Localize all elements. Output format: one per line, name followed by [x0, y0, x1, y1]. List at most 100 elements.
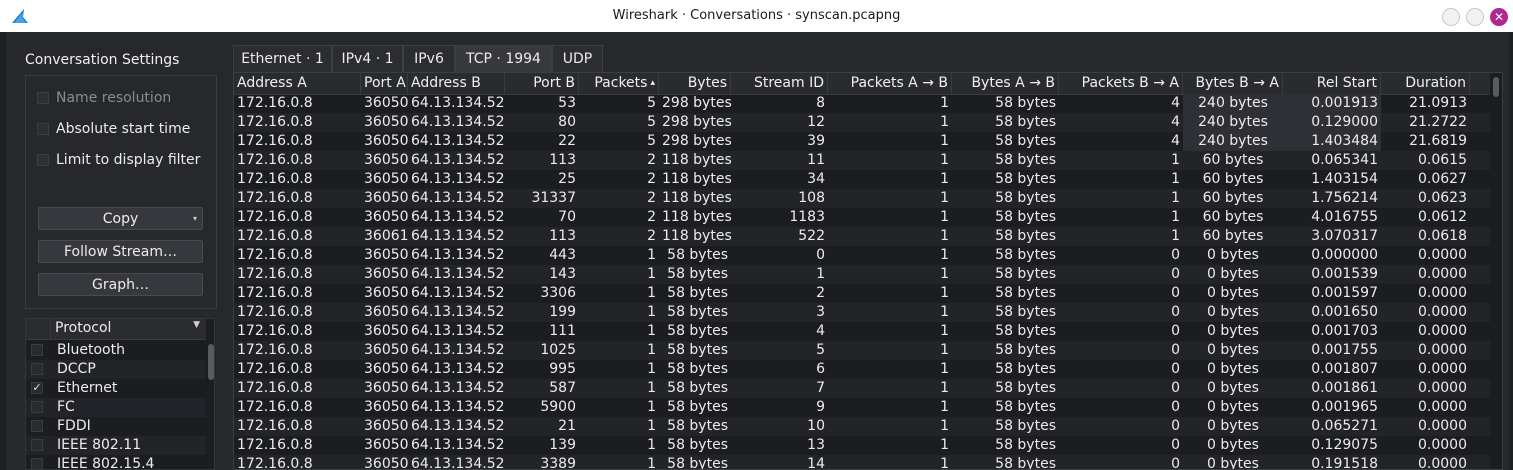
cell-duration: 0.0612	[1418, 209, 1467, 225]
limit-display-filter-option[interactable]: Limit to display filter	[37, 150, 200, 170]
column-header-address-a[interactable]: Address A	[234, 73, 361, 94]
protocol-item[interactable]: DCCP	[26, 360, 206, 379]
cell-bytes-a-b: 58 bytes	[995, 171, 1056, 187]
column-header-label: Duration	[1405, 75, 1466, 91]
copy-button[interactable]: Copy ▾	[38, 207, 203, 230]
column-header-bytes-b-a[interactable]: Bytes B → A	[1183, 73, 1283, 94]
cell-stream-id: 14	[807, 456, 825, 470]
column-header-duration[interactable]: Duration	[1381, 73, 1470, 94]
table-row[interactable]: 172.16.0.8 36050 64.13.134.52 53 5 298 bytes 8…	[234, 94, 1490, 113]
table-row[interactable]: 172.16.0.8 36050 64.13.134.52 5900 1 58 bytes…	[234, 398, 1490, 417]
table-row[interactable]: 172.16.0.8 36050 64.13.134.52 70 2 118 bytes 1…	[234, 208, 1490, 227]
tab-tcp[interactable]: TCP · 1994	[455, 45, 552, 72]
column-header-packets-b-a[interactable]: Packets B → A	[1059, 73, 1183, 94]
table-row[interactable]: 172.16.0.8 36050 64.13.134.52 25 2 118 bytes 3…	[234, 170, 1490, 189]
tab-ipv6[interactable]: IPv6	[403, 45, 455, 72]
cell-packets-a-b: 1	[940, 456, 949, 470]
table-row[interactable]: 172.16.0.8 36050 64.13.134.52 995 1 58 bytes 6…	[234, 360, 1490, 379]
cell-port-a: 36050	[364, 323, 409, 339]
table-row[interactable]: 172.16.0.8 36061 64.13.134.52 113 2 118 bytes…	[234, 227, 1490, 246]
cell-stream-id: 34	[807, 171, 825, 187]
table-row[interactable]: 172.16.0.8 36050 64.13.134.52 80 5 298 bytes 1…	[234, 113, 1490, 132]
table-row[interactable]: 172.16.0.8 36050 64.13.134.52 31337 2 118 byt…	[234, 189, 1490, 208]
cell-bytes-b-a: 0 bytes	[1207, 342, 1259, 358]
column-header-bytes-a-b[interactable]: Bytes A → B	[952, 73, 1059, 94]
table-row[interactable]: 172.16.0.8 36050 64.13.134.52 111 1 58 bytes 4…	[234, 322, 1490, 341]
dialog-body: Conversation Settings Name resolution Ab…	[6, 32, 1509, 470]
protocol-list-header[interactable]: Protocol ▼	[26, 319, 206, 340]
cell-duration: 0.0000	[1418, 304, 1467, 320]
protocol-label: Bluetooth	[57, 342, 125, 358]
column-header-packets-a-b[interactable]: Packets A → B	[828, 73, 952, 94]
table-row[interactable]: 172.16.0.8 36050 64.13.134.52 587 1 58 bytes 7…	[234, 379, 1490, 398]
cell-packets-a-b: 1	[940, 380, 949, 396]
table-scrollbar[interactable]	[1490, 73, 1502, 469]
cell-address-b: 64.13.134.52	[411, 247, 505, 263]
protocol-item[interactable]: Bluetooth	[26, 341, 206, 360]
absolute-start-time-checkbox[interactable]	[37, 123, 49, 135]
table-row[interactable]: 172.16.0.8 36050 64.13.134.52 113 2 118 bytes…	[234, 151, 1490, 170]
column-header-rel-start[interactable]: Rel Start	[1283, 73, 1381, 94]
cell-bytes-a-b: 58 bytes	[995, 361, 1056, 377]
table-scroll-thumb[interactable]	[1493, 77, 1499, 97]
follow-stream-button[interactable]: Follow Stream…	[38, 240, 203, 263]
column-header-bytes[interactable]: Bytes	[659, 73, 731, 94]
cell-packets: 1	[647, 437, 656, 453]
protocol-item[interactable]: FDDI	[26, 417, 206, 436]
protocol-checkbox[interactable]	[31, 401, 43, 413]
protocol-checkbox[interactable]	[31, 363, 43, 375]
protocol-item[interactable]: IEEE 802.15.4	[26, 455, 206, 469]
protocol-checkbox[interactable]	[31, 439, 43, 451]
conversation-table: Address A Port A Address B Port B Packets ▴ By…	[233, 72, 1503, 470]
protocol-item[interactable]: ✓ Ethernet	[26, 379, 206, 398]
protocol-list-scroll-thumb[interactable]	[208, 344, 214, 380]
column-header-label: Packets B → A	[1081, 75, 1179, 91]
cell-packets: 2	[647, 228, 656, 244]
checkmark-icon[interactable]: ✓	[31, 382, 43, 394]
tab-ipv4[interactable]: IPv4 · 1	[332, 45, 403, 72]
cell-bytes-a-b: 58 bytes	[995, 399, 1056, 415]
protocol-item[interactable]: FC	[26, 398, 206, 417]
cell-bytes: 58 bytes	[667, 247, 728, 263]
column-header-port-a[interactable]: Port A	[361, 73, 408, 94]
minimize-button[interactable]	[1442, 8, 1460, 26]
protocol-checkbox[interactable]	[31, 458, 43, 469]
table-row[interactable]: 172.16.0.8 36050 64.13.134.52 443 1 58 bytes 0…	[234, 246, 1490, 265]
column-header-stream-id[interactable]: Stream ID	[731, 73, 828, 94]
cell-packets-a-b: 1	[940, 209, 949, 225]
table-row[interactable]: 172.16.0.8 36050 64.13.134.52 139 1 58 bytes 1…	[234, 436, 1490, 455]
column-header-address-b[interactable]: Address B	[408, 73, 505, 94]
cell-packets-b-a: 0	[1171, 456, 1180, 470]
table-row[interactable]: 172.16.0.8 36050 64.13.134.52 22 5 298 bytes 3…	[234, 132, 1490, 151]
absolute-start-time-option[interactable]: Absolute start time	[37, 119, 190, 139]
protocol-checkbox[interactable]	[31, 420, 43, 432]
graph-button[interactable]: Graph…	[38, 273, 203, 296]
cell-port-b: 1025	[540, 342, 576, 358]
table-row[interactable]: 172.16.0.8 36050 64.13.134.52 199 1 58 bytes 3…	[234, 303, 1490, 322]
cell-packets-a-b: 1	[940, 171, 949, 187]
cell-stream-id: 5	[816, 342, 825, 358]
cell-port-b: 113	[549, 152, 576, 168]
column-header-packets[interactable]: Packets ▴	[579, 73, 659, 94]
tab-ethernet[interactable]: Ethernet · 1	[233, 45, 332, 72]
table-row[interactable]: 172.16.0.8 36050 64.13.134.52 1025 1 58 bytes…	[234, 341, 1490, 360]
table-row[interactable]: 172.16.0.8 36050 64.13.134.52 3389 1 58 bytes…	[234, 455, 1490, 470]
protocol-list[interactable]: Protocol ▼ Bluetooth DCCP ✓ Ethernet FC FDDI I…	[25, 318, 215, 470]
protocol-checkbox[interactable]	[31, 344, 43, 356]
cell-stream-id: 1	[816, 266, 825, 282]
limit-display-filter-checkbox[interactable]	[37, 154, 49, 166]
protocol-item[interactable]: IEEE 802.11	[26, 436, 206, 455]
maximize-button[interactable]	[1466, 8, 1484, 26]
cell-bytes-b-a: 240 bytes	[1183, 113, 1283, 132]
table-row[interactable]: 172.16.0.8 36050 64.13.134.52 3306 1 58 bytes…	[234, 284, 1490, 303]
protocol-list-scrollbar[interactable]	[208, 318, 214, 470]
tab-udp[interactable]: UDP	[552, 45, 603, 72]
cell-duration: 0.0000	[1418, 399, 1467, 415]
cell-bytes-b-a: 0 bytes	[1207, 418, 1259, 434]
close-icon: ✕	[1493, 10, 1505, 24]
close-button[interactable]: ✕	[1490, 8, 1508, 26]
cell-stream-id: 8	[816, 95, 825, 111]
table-row[interactable]: 172.16.0.8 36050 64.13.134.52 21 1 58 bytes 10…	[234, 417, 1490, 436]
column-header-port-b[interactable]: Port B	[505, 73, 579, 94]
table-row[interactable]: 172.16.0.8 36050 64.13.134.52 143 1 58 bytes 1…	[234, 265, 1490, 284]
